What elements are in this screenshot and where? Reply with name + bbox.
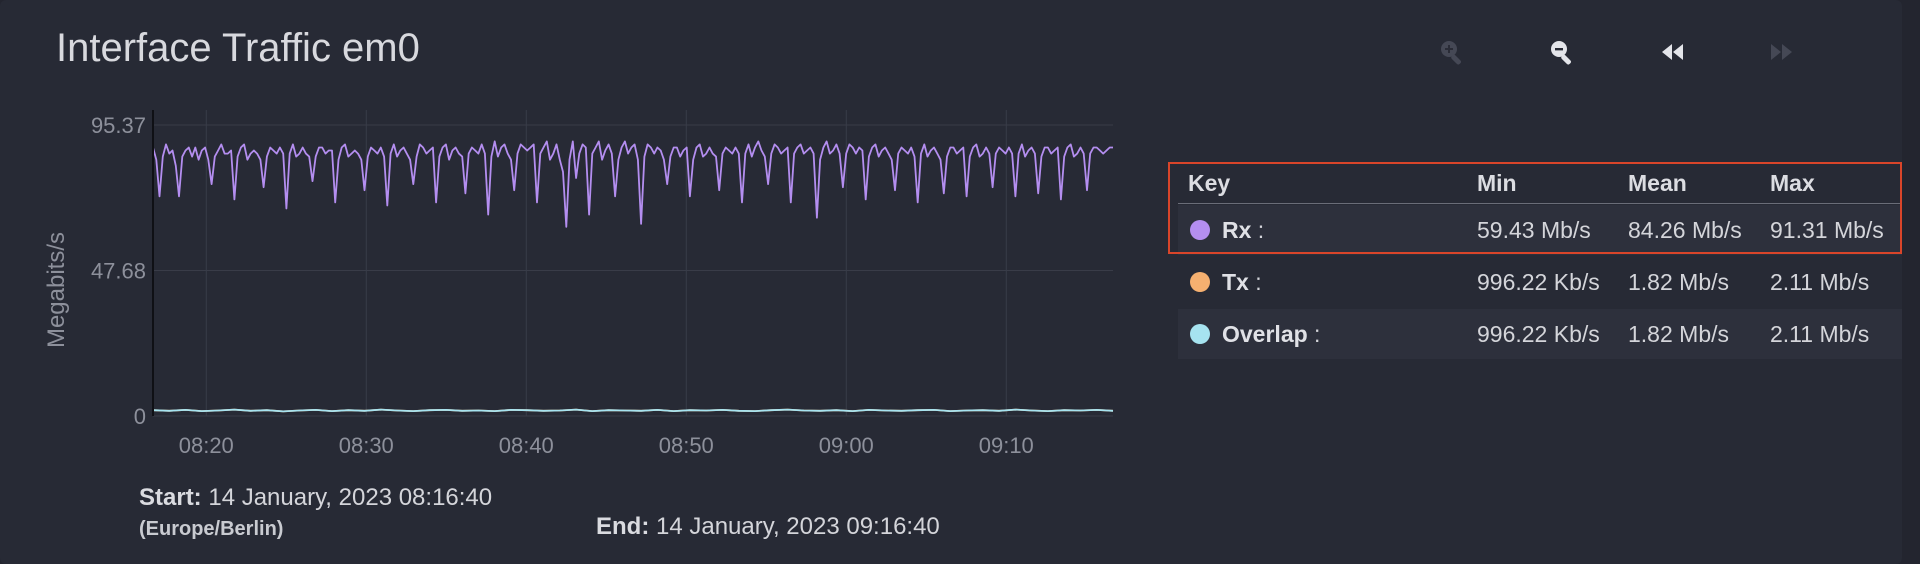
legend-mean-value: 1.82 Mb/s — [1628, 269, 1729, 295]
legend-max-value: 2.11 Mb/s — [1770, 269, 1870, 295]
legend-header-max: Max — [1770, 170, 1815, 196]
legend-mean-value: 1.82 Mb/s — [1628, 321, 1729, 347]
legend-row-tx[interactable]: Tx : 996.22 Kb/s 1.82 Mb/s 2.11 Mb/s — [1178, 257, 1902, 307]
x-tick-label: 09:10 — [979, 433, 1034, 458]
fast-forward-button[interactable] — [1760, 32, 1804, 72]
legend-min-value: 996.22 Kb/s — [1477, 269, 1600, 295]
y-tick-label: 47.68 — [91, 259, 146, 284]
end-time: End: 14 January, 2023 09:16:40 — [596, 513, 940, 541]
tx-swatch — [1190, 272, 1210, 292]
x-tick-label: 09:00 — [819, 433, 874, 458]
legend-series-name: Rx : — [1222, 217, 1265, 243]
legend-header-key: Key — [1188, 170, 1231, 196]
start-timezone: (Europe/Berlin) — [139, 518, 284, 540]
zoom-out-button[interactable] — [1540, 32, 1584, 72]
legend-series-name: Tx : — [1222, 269, 1262, 295]
fast-forward-icon — [1771, 44, 1792, 60]
end-label: End: — [596, 513, 650, 540]
legend-table: Key Min Mean Max Rx : 59.43 Mb/s 84.26 M… — [1168, 162, 1902, 362]
legend-min-value: 996.22 Kb/s — [1477, 321, 1600, 347]
legend-header-min: Min — [1477, 170, 1517, 196]
x-tick-label: 08:30 — [339, 433, 394, 458]
x-tick-label: 08:20 — [179, 433, 234, 458]
end-value: 14 January, 2023 09:16:40 — [656, 513, 940, 540]
chart-toolbar — [1430, 32, 1850, 72]
chart-series — [152, 140, 1114, 413]
legend-max-value: 2.11 Mb/s — [1770, 321, 1870, 347]
start-value: 14 January, 2023 08:16:40 — [208, 484, 493, 511]
zoom-in-icon — [1441, 41, 1461, 65]
legend-min-value: 59.43 Mb/s — [1477, 217, 1591, 243]
legend-series-name: Overlap : — [1222, 321, 1321, 347]
legend-row-rx[interactable]: Rx : 59.43 Mb/s 84.26 Mb/s 91.31 Mb/s — [1178, 205, 1902, 255]
x-tick-label: 08:40 — [499, 433, 554, 458]
legend-max-value: 91.31 Mb/s — [1770, 217, 1884, 243]
series-line-overlap — [152, 408, 1114, 413]
traffic-chart-svg: 95.37 47.68 0 08:20 08:30 08:40 08:50 09:00 09:1… — [43, 110, 1114, 458]
start-label: Start: — [139, 484, 202, 511]
y-axis-label: Megabits/s — [43, 232, 70, 348]
legend-row-overlap[interactable]: Overlap : 996.22 Kb/s 1.82 Mb/s 2.11 Mb/… — [1178, 309, 1902, 359]
zoom-out-icon — [1551, 41, 1571, 65]
y-tick-label: 0 — [134, 404, 146, 429]
start-time: Start: 14 January, 2023 08:16:40 (Europe… — [139, 484, 492, 541]
x-tick-label: 08:50 — [659, 433, 714, 458]
rewind-button[interactable] — [1650, 32, 1694, 72]
legend-mean-value: 84.26 Mb/s — [1628, 217, 1742, 243]
legend-header-mean: Mean — [1628, 170, 1687, 196]
rx-swatch — [1190, 220, 1210, 240]
overlap-swatch — [1190, 324, 1210, 344]
zoom-in-button[interactable] — [1430, 32, 1474, 72]
rewind-icon — [1662, 44, 1683, 60]
legend-header-divider — [1178, 203, 1902, 204]
y-tick-label: 95.37 — [91, 113, 146, 138]
series-line-rx — [152, 140, 1113, 228]
traffic-chart: 95.37 47.68 0 08:20 08:30 08:40 08:50 09:00 09:1… — [0, 0, 1150, 470]
